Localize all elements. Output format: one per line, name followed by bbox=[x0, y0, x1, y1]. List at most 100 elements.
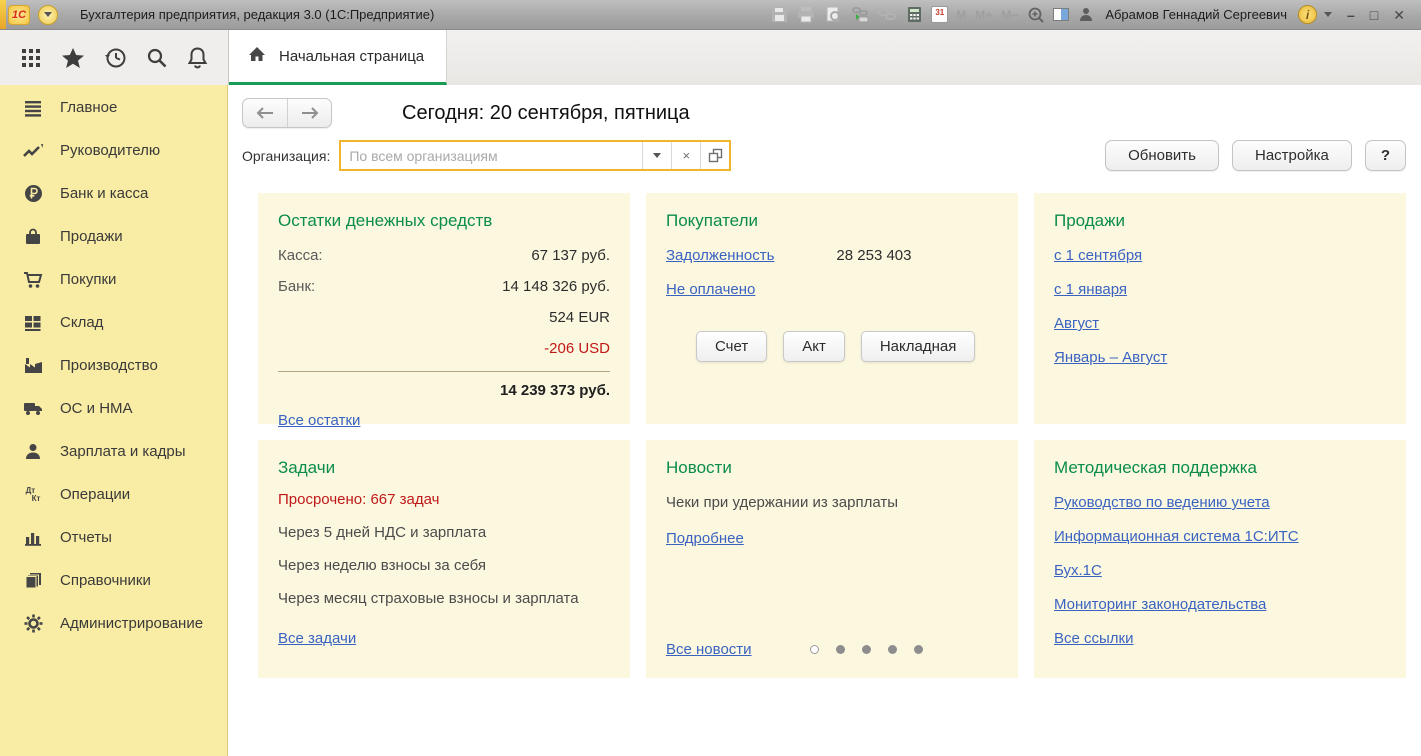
cash-row-usd: -206 USD bbox=[278, 340, 610, 357]
all-tasks-link[interactable]: Все задачи bbox=[278, 630, 356, 647]
news-pager-dot[interactable] bbox=[888, 645, 897, 654]
memory-plus-button[interactable]: M+ bbox=[974, 8, 993, 22]
calculator-icon[interactable] bbox=[904, 5, 924, 25]
tab-home-label: Начальная страница bbox=[279, 48, 424, 65]
sidebar-item-main[interactable]: Главное bbox=[0, 86, 227, 129]
support-link[interactable]: Информационная система 1С:ИТС bbox=[1054, 528, 1386, 545]
news-pager-dot[interactable] bbox=[862, 645, 871, 654]
1c-logo-icon: 1С bbox=[8, 5, 30, 25]
all-balances-link[interactable]: Все остатки bbox=[278, 412, 360, 429]
sidebar-item-warehouse[interactable]: Склад bbox=[0, 301, 227, 344]
refresh-button[interactable]: Обновить bbox=[1105, 140, 1219, 171]
current-user-name[interactable]: Абрамов Геннадий Сергеевич bbox=[1105, 7, 1287, 22]
debt-row: Задолженность 28 253 403 bbox=[666, 247, 998, 264]
news-pager-dot[interactable] bbox=[836, 645, 845, 654]
print-icon[interactable] bbox=[796, 5, 816, 25]
links-icon[interactable] bbox=[877, 5, 897, 25]
truck-icon bbox=[23, 401, 43, 416]
news-headline: Чеки при удержании из зарплаты bbox=[666, 494, 998, 511]
all-links-link[interactable]: Все ссылки bbox=[1054, 630, 1386, 647]
sidebar-item-reports[interactable]: Отчеты bbox=[0, 516, 227, 559]
tab-home-page[interactable]: Начальная страница bbox=[229, 30, 447, 85]
organization-input[interactable] bbox=[341, 142, 642, 169]
news-more-link[interactable]: Подробнее bbox=[666, 530, 744, 547]
sidebar-item-fixed-assets[interactable]: ОС и НМА bbox=[0, 387, 227, 430]
save-icon[interactable] bbox=[769, 5, 789, 25]
notifications-bell-icon[interactable] bbox=[187, 46, 208, 69]
favorites-star-icon[interactable] bbox=[61, 47, 85, 69]
panel-cash-balances: Остатки денежных средств Касса: 67 137 р… bbox=[258, 193, 630, 424]
forward-button[interactable] bbox=[287, 99, 331, 127]
apps-grid-icon[interactable] bbox=[20, 47, 42, 69]
panel-method-support: Методическая поддержка Руководство по ве… bbox=[1034, 440, 1406, 678]
sidebar-item-bank-cash[interactable]: Банк и касса bbox=[0, 172, 227, 215]
news-footer: Все новости bbox=[666, 641, 998, 658]
cash-row-bank: Банк: 14 148 326 руб. bbox=[278, 278, 610, 295]
get-link-icon[interactable] bbox=[850, 5, 870, 25]
news-pager-dot[interactable] bbox=[810, 645, 819, 654]
memory-minus-button[interactable]: M− bbox=[1000, 8, 1019, 22]
sidebar-item-administration[interactable]: Администрирование bbox=[0, 602, 227, 645]
sidebar-item-label: Производство bbox=[60, 357, 158, 374]
panel-title: Новости bbox=[666, 458, 998, 478]
cash-total-divider bbox=[278, 371, 610, 372]
tab-bar: Начальная страница bbox=[228, 30, 1421, 85]
sidebar-item-production[interactable]: Производство bbox=[0, 344, 227, 387]
sidebar-item-operations[interactable]: ДтКт Операции bbox=[0, 473, 227, 516]
maximize-button[interactable]: □ bbox=[1370, 8, 1378, 22]
panel-news: Новости Чеки при удержании из зарплаты П… bbox=[646, 440, 1018, 678]
organization-clear-button[interactable]: × bbox=[671, 142, 700, 169]
zoom-icon[interactable] bbox=[1026, 5, 1046, 25]
titlebar-actions: 31 M M+ M− Абрамов Геннадий Сергеевич i … bbox=[769, 5, 1421, 25]
panel-sales: Продажи с 1 сентября с 1 января Август Я… bbox=[1034, 193, 1406, 424]
help-button[interactable]: ? bbox=[1365, 140, 1406, 171]
sidebar-item-sales[interactable]: Продажи bbox=[0, 215, 227, 258]
debt-link[interactable]: Задолженность bbox=[666, 247, 774, 264]
waybill-button[interactable]: Накладная bbox=[861, 331, 976, 362]
sales-period-link[interactable]: с 1 января bbox=[1054, 281, 1386, 298]
support-link[interactable]: Бух.1С bbox=[1054, 562, 1386, 579]
all-news-link[interactable]: Все новости bbox=[666, 641, 752, 658]
info-icon[interactable]: i bbox=[1298, 5, 1317, 24]
sidebar-item-payroll-hr[interactable]: Зарплата и кадры bbox=[0, 430, 227, 473]
main-menu-button[interactable] bbox=[38, 5, 58, 25]
support-link[interactable]: Руководство по ведению учета bbox=[1054, 494, 1386, 511]
invoice-button[interactable]: Счет bbox=[696, 331, 767, 362]
user-icon bbox=[1076, 5, 1096, 25]
split-view-icon[interactable] bbox=[1053, 8, 1069, 21]
sidebar-item-purchases[interactable]: Покупки bbox=[0, 258, 227, 301]
sidebar-item-label: Операции bbox=[60, 486, 130, 503]
panel-title: Задачи bbox=[278, 458, 610, 478]
organization-label: Организация: bbox=[242, 148, 330, 164]
settings-button[interactable]: Настройка bbox=[1232, 140, 1352, 171]
sidebar-item-label: Банк и касса bbox=[60, 185, 148, 202]
toolbar-row: Начальная страница bbox=[0, 30, 1421, 85]
news-pager-dot[interactable] bbox=[914, 645, 923, 654]
info-menu-chevron-icon[interactable] bbox=[1324, 12, 1332, 17]
minimize-button[interactable]: – bbox=[1347, 8, 1355, 22]
history-icon[interactable] bbox=[104, 46, 127, 69]
back-button[interactable] bbox=[243, 99, 287, 127]
sidebar-item-manager[interactable]: Руководителю bbox=[0, 129, 227, 172]
organization-open-list-button[interactable] bbox=[700, 142, 729, 169]
task-line: Через неделю взносы за себя bbox=[278, 557, 610, 574]
cash-row-eur: 524 EUR bbox=[278, 309, 610, 326]
support-link[interactable]: Мониторинг законодательства bbox=[1054, 596, 1386, 613]
sales-period-link[interactable]: Январь – Август bbox=[1054, 349, 1386, 366]
print-preview-icon[interactable] bbox=[823, 5, 843, 25]
debt-value: 28 253 403 bbox=[836, 247, 911, 264]
organization-dropdown-button[interactable] bbox=[642, 142, 671, 169]
sidebar-item-label: ОС и НМА bbox=[60, 400, 133, 417]
sidebar-item-directories[interactable]: Справочники bbox=[0, 559, 227, 602]
sales-period-link[interactable]: Август bbox=[1054, 315, 1386, 332]
sales-period-link[interactable]: с 1 сентября bbox=[1054, 247, 1386, 264]
close-button[interactable]: ✕ bbox=[1393, 8, 1405, 22]
dashboard-panels: Остатки денежных средств Касса: 67 137 р… bbox=[258, 193, 1406, 678]
act-button[interactable]: Акт bbox=[783, 331, 845, 362]
calendar-icon[interactable]: 31 bbox=[931, 6, 948, 23]
sidebar-item-label: Отчеты bbox=[60, 529, 112, 546]
memory-recall-button[interactable]: M bbox=[955, 8, 967, 22]
unpaid-link[interactable]: Не оплачено bbox=[666, 281, 755, 298]
cash-row-kassa: Касса: 67 137 руб. bbox=[278, 247, 610, 264]
search-icon[interactable] bbox=[146, 47, 168, 69]
